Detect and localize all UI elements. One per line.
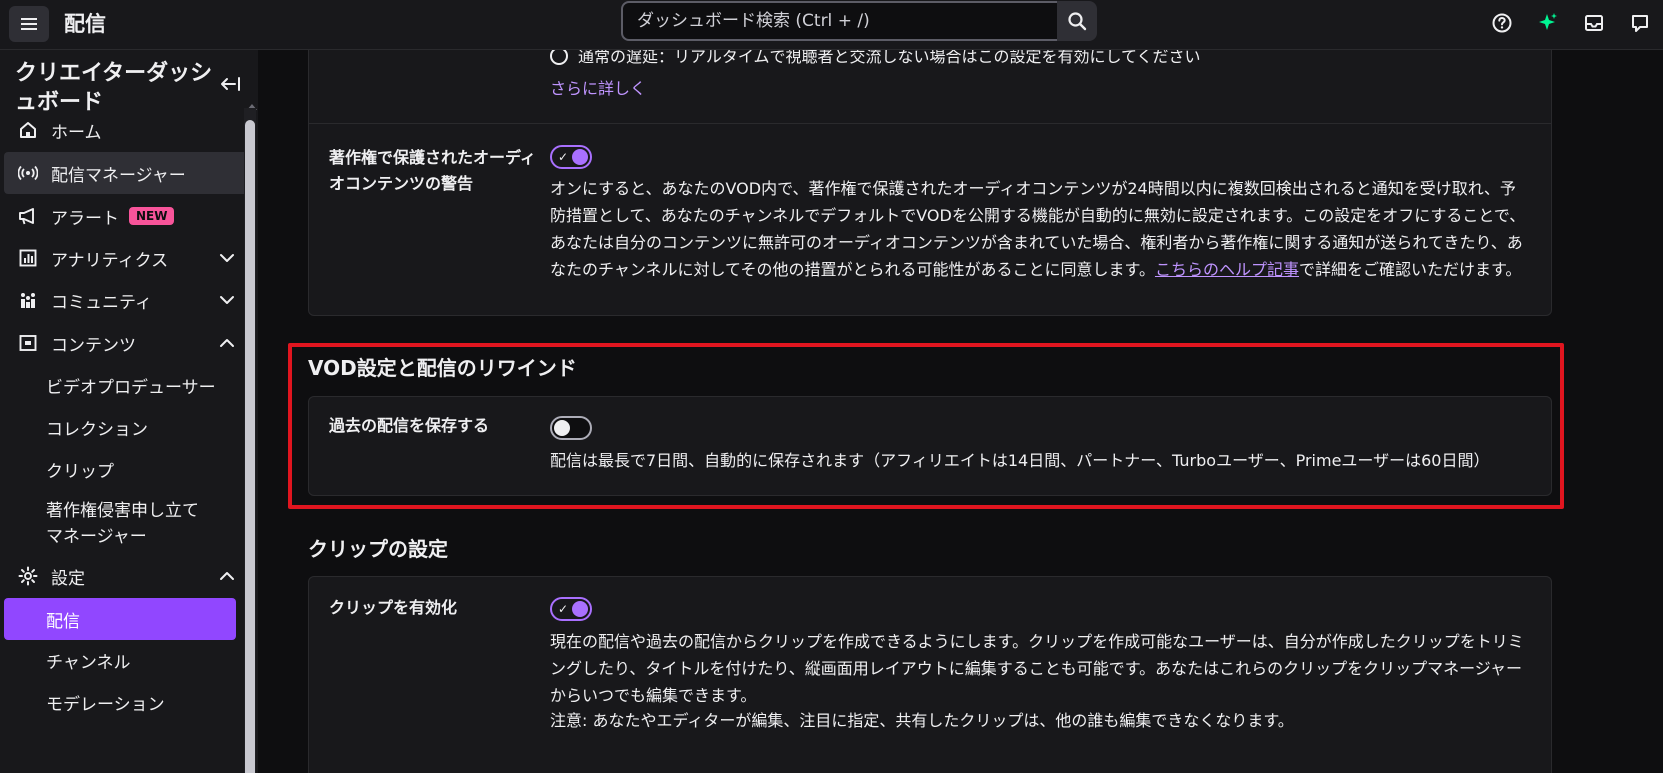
latency-normal-radio[interactable] bbox=[550, 50, 568, 65]
inbox-icon bbox=[1585, 15, 1603, 31]
sidebar-item-label: アナリティクス bbox=[51, 250, 169, 271]
chevron-up-icon bbox=[220, 572, 234, 580]
copyright-warning-description: オンにすると、あなたのVOD内で、著作権で保護されたオーディオコンテンツが24時… bbox=[550, 179, 1526, 279]
search-button[interactable] bbox=[1057, 1, 1097, 41]
community-icon bbox=[21, 293, 35, 308]
collapse-left-icon bbox=[221, 77, 240, 91]
analytics-icon bbox=[19, 249, 37, 267]
sidebar-item-label: クリップ bbox=[46, 461, 114, 482]
clips-note: 注意: あなたやエディターが編集、注目に指定、共有したクリップは、他の誰も編集で… bbox=[550, 711, 1294, 730]
sidebar-item-stream-settings[interactable]: 配信 bbox=[4, 598, 236, 640]
top-icons bbox=[1479, 0, 1663, 46]
copyright-warning-label: 著作権で保護されたオーディオコンテンツの警告 bbox=[329, 148, 536, 193]
help-article-link[interactable]: こちらのヘルプ記事 bbox=[1155, 260, 1299, 279]
sidebar-item-label: コンテンツ bbox=[51, 335, 136, 356]
sparkle-icon bbox=[1539, 13, 1557, 30]
chevron-up-icon bbox=[220, 339, 234, 347]
dashboard-search bbox=[621, 1, 1097, 41]
vod-settings-card: 過去の配信を保存する 配信は最長で7日間、自動的に保存されます（アフィリエイトは… bbox=[308, 396, 1552, 496]
sidebar-item-clips[interactable]: クリップ bbox=[4, 448, 250, 490]
help-button[interactable] bbox=[1487, 8, 1517, 38]
sidebar-item-video-producer[interactable]: ビデオプロデューサー bbox=[4, 364, 250, 406]
menu-button[interactable] bbox=[9, 6, 49, 42]
sidebar-item-label: ビデオプロデューサー bbox=[46, 377, 216, 398]
help-icon bbox=[1492, 13, 1512, 33]
vod-section-title: VOD設定と配信のリワインド bbox=[308, 356, 577, 380]
chevron-down-icon bbox=[220, 254, 234, 262]
latency-normal-option[interactable]: 通常の遅延：リアルタイムで視聴者と交流しない場合はこの設定を有効にしてください bbox=[550, 50, 1530, 70]
sidebar-item-alerts[interactable]: アラート NEW bbox=[4, 195, 250, 237]
sidebar-item-label: コミュニティ bbox=[51, 292, 152, 313]
sidebar-item-label: チャンネル bbox=[46, 652, 131, 673]
sidebar-item-label: ホーム bbox=[51, 122, 102, 143]
sidebar-item-stream-manager[interactable]: 配信マネージャー bbox=[4, 152, 250, 194]
sidebar-item-label: 配信マネージャー bbox=[51, 165, 186, 186]
sidebar-item-label: 設定 bbox=[51, 568, 85, 589]
new-badge: NEW bbox=[129, 207, 175, 225]
scrollbar-thumb[interactable] bbox=[245, 120, 255, 773]
sidebar-item-label: 著作権侵害申し立てマネージャー bbox=[46, 501, 199, 547]
store-past-broadcasts-description: 配信は最長で7日間、自動的に保存されます（アフィリエイトは14日間、パートナー、… bbox=[550, 451, 1490, 470]
check-icon: ✓ bbox=[558, 150, 569, 164]
whispers-button[interactable] bbox=[1625, 8, 1655, 38]
store-past-broadcasts-toggle[interactable] bbox=[550, 416, 592, 440]
content-icon bbox=[19, 335, 37, 351]
clip-section-title: クリップの設定 bbox=[308, 537, 448, 561]
page-title: 配信 bbox=[64, 12, 106, 36]
gear-icon bbox=[18, 566, 38, 586]
sidebar-item-label: モデレーション bbox=[46, 694, 165, 715]
collapse-sidebar-button[interactable] bbox=[218, 72, 244, 96]
inbox-button[interactable] bbox=[1579, 8, 1609, 38]
home-icon bbox=[20, 122, 36, 138]
divider bbox=[309, 123, 1551, 124]
stream-settings-card: 通常の遅延：リアルタイムで視聴者と交流しない場合はこの設定を有効にしてください … bbox=[308, 50, 1552, 316]
sidebar-item-moderation[interactable]: モデレーション bbox=[4, 681, 250, 723]
sidebar-item-home[interactable]: ホーム bbox=[4, 109, 250, 151]
main-content: 通常の遅延：リアルタイムで視聴者と交流しない場合はこの設定を有効にしてください … bbox=[258, 50, 1663, 773]
sidebar-item-settings[interactable]: 設定 bbox=[4, 555, 250, 597]
sidebar-item-label: 配信 bbox=[46, 611, 80, 632]
enable-clips-label: クリップを有効化 bbox=[329, 598, 458, 617]
chevron-down-icon bbox=[220, 296, 234, 304]
enable-clips-description: 現在の配信や過去の配信からクリップを作成できるようにします。クリップを作成可能な… bbox=[550, 632, 1524, 705]
sidebar-item-copyright-manager[interactable]: 著作権侵害申し立てマネージャー bbox=[4, 497, 214, 551]
learn-more-link[interactable]: さらに詳しく bbox=[550, 79, 646, 98]
search-icon bbox=[1068, 12, 1087, 31]
sidebar-item-community[interactable]: コミュニティ bbox=[4, 279, 250, 321]
search-input[interactable] bbox=[621, 1, 1057, 41]
sidebar-item-label: コレクション bbox=[46, 419, 148, 440]
check-icon: ✓ bbox=[558, 602, 569, 616]
sidebar-item-channel[interactable]: チャンネル bbox=[4, 639, 250, 681]
clip-settings-card: クリップを有効化 ✓ 現在の配信や過去の配信からクリップを作成できるようにします… bbox=[308, 576, 1552, 773]
megaphone-icon bbox=[19, 208, 34, 225]
sidebar-item-collections[interactable]: コレクション bbox=[4, 406, 250, 448]
sidebar-item-content[interactable]: コンテンツ bbox=[4, 322, 250, 364]
top-bar: 配信 bbox=[0, 0, 1663, 50]
store-past-broadcasts-label: 過去の配信を保存する bbox=[329, 416, 490, 435]
hamburger-icon bbox=[21, 18, 37, 30]
sidebar: クリエイターダッシュボード ホーム 配信マネージャー アラート NEW アナリテ… bbox=[0, 50, 258, 773]
sidebar-item-label: アラート bbox=[51, 208, 119, 229]
sidebar-scrollbar[interactable] bbox=[244, 108, 256, 773]
broadcast-icon bbox=[18, 165, 38, 181]
sparkle-button[interactable] bbox=[1533, 8, 1563, 38]
chat-icon bbox=[1632, 15, 1648, 32]
copyright-warning-toggle[interactable]: ✓ bbox=[550, 145, 592, 169]
sidebar-item-analytics[interactable]: アナリティクス bbox=[4, 237, 250, 279]
enable-clips-toggle[interactable]: ✓ bbox=[550, 597, 592, 621]
